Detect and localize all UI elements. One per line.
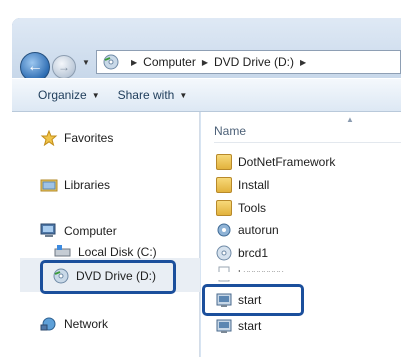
column-header-divider	[214, 142, 401, 143]
nav-libraries-label: Libraries	[64, 178, 111, 192]
folder-icon	[216, 154, 232, 170]
computer-icon	[40, 223, 56, 237]
file-name: start	[238, 319, 262, 333]
file-name: Tools	[238, 201, 267, 215]
chevron-down-icon: ▼	[179, 90, 188, 100]
address-bar[interactable]: ▶ Computer ▶ DVD Drive (D:) ▶	[96, 50, 401, 74]
nav-network[interactable]: Network	[40, 316, 108, 332]
back-arrow-icon: ←	[27, 58, 43, 75]
share-with-button[interactable]: Share with ▼	[118, 88, 188, 102]
list-item[interactable]: start	[216, 318, 261, 334]
nav-local-disk[interactable]: Local Disk (C:)	[54, 244, 157, 260]
folder-icon	[216, 200, 232, 216]
list-item[interactable]: autorun	[216, 222, 279, 238]
nav-computer[interactable]: Computer	[40, 223, 117, 239]
nav-local-disk-label: Local Disk (C:)	[78, 245, 157, 259]
column-header-name[interactable]: Name	[214, 124, 246, 138]
file-name: DotNetFramework	[238, 155, 336, 169]
nav-favorites-label: Favorites	[64, 131, 114, 145]
recent-pages-dropdown[interactable]: ▼	[82, 58, 90, 67]
chevron-down-icon: ▼	[91, 90, 100, 100]
breadcrumb-separator-icon: ▶	[201, 57, 208, 67]
nav-favorites[interactable]: Favorites	[40, 130, 113, 146]
list-item[interactable]: DotNetFramework	[216, 154, 335, 170]
list-item[interactable]: Tools	[216, 200, 266, 216]
breadcrumb-dvd-drive[interactable]: DVD Drive (D:)	[214, 55, 294, 69]
start-file-highlight	[202, 284, 304, 316]
command-bar: Organize ▼ Share with ▼	[12, 78, 401, 112]
list-item[interactable]: Install	[216, 177, 269, 193]
list-item[interactable]: brcd1	[216, 245, 268, 261]
star-icon	[40, 130, 58, 146]
breadcrumb-computer[interactable]: Computer	[143, 55, 196, 69]
breadcrumb-separator-icon: ▶	[131, 57, 138, 67]
dvd-drive-icon	[103, 54, 119, 70]
organize-button[interactable]: Organize ▼	[38, 88, 100, 102]
app-icon	[216, 319, 232, 333]
file-name: Install	[238, 178, 270, 192]
nav-network-label: Network	[64, 317, 109, 331]
disc-icon	[216, 245, 232, 261]
sort-arrow-icon: ▲	[346, 115, 354, 124]
nav-computer-label: Computer	[64, 224, 117, 238]
forward-button[interactable]: →	[52, 55, 76, 79]
nav-libraries[interactable]: Libraries	[40, 177, 110, 193]
row-clip	[206, 272, 401, 280]
folder-icon	[216, 177, 232, 193]
file-name: brcd1	[238, 246, 269, 260]
organize-label: Organize	[38, 88, 87, 102]
setup-icon	[217, 223, 231, 237]
file-name: autorun	[238, 223, 279, 237]
forward-arrow-icon: →	[58, 60, 70, 74]
hard-drive-icon	[54, 245, 71, 257]
network-icon	[40, 317, 56, 331]
share-with-label: Share with	[117, 88, 175, 102]
libraries-icon	[40, 179, 58, 192]
breadcrumb-separator-icon[interactable]: ▶	[300, 58, 306, 67]
dvd-drive-highlight	[40, 260, 176, 294]
